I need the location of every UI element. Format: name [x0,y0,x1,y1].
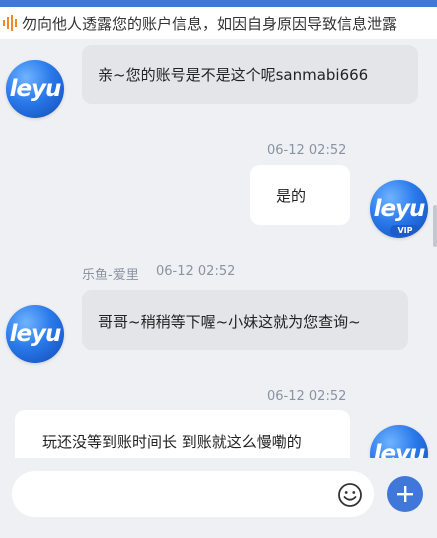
message-text: 是的 [276,187,307,205]
vip-badge: VIP [390,225,420,236]
message-timestamp: 06-12 02:52 [267,389,347,404]
notice-bar: 勿向他人透露您的账户信息，如因自身原因导致信息泄露 [0,7,437,39]
top-accent-bar [0,0,437,7]
emoji-icon[interactable] [337,482,363,508]
message-text: 玩还没等到账时间长 到账就这么慢嘞的 [42,433,302,451]
message-text: 哥哥~稍稍等下喔~小妹这就为您查询~ [98,313,361,331]
add-button[interactable] [387,476,423,512]
agent-logo: leyu [9,76,62,102]
agent-logo: leyu [9,321,62,347]
message-timestamp: 06-12 02:52 [267,143,347,158]
agent-avatar[interactable]: leyu [6,305,64,363]
message-bubble-user[interactable]: 是的 [250,165,350,225]
user-avatar[interactable]: leyu VIP [370,180,428,238]
scrollbar[interactable] [433,205,437,247]
composer-bar [0,458,437,538]
plus-icon [397,486,413,502]
message-text: 亲~您的账号是不是这个呢sanmabi666 [98,66,369,84]
speaker-icon [3,15,17,31]
notice-text: 勿向他人透露您的账户信息，如因自身原因导致信息泄露 [22,14,398,33]
sender-name: 乐鱼-爱里 [82,268,139,283]
message-timestamp: 06-12 02:52 [156,264,236,279]
message-bubble-agent[interactable]: 哥哥~稍稍等下喔~小妹这就为您查询~ [82,290,408,350]
message-bubble-agent[interactable]: 亲~您的账号是不是这个呢sanmabi666 [82,45,418,104]
message-input[interactable] [12,471,374,517]
agent-avatar[interactable]: leyu [6,60,64,118]
